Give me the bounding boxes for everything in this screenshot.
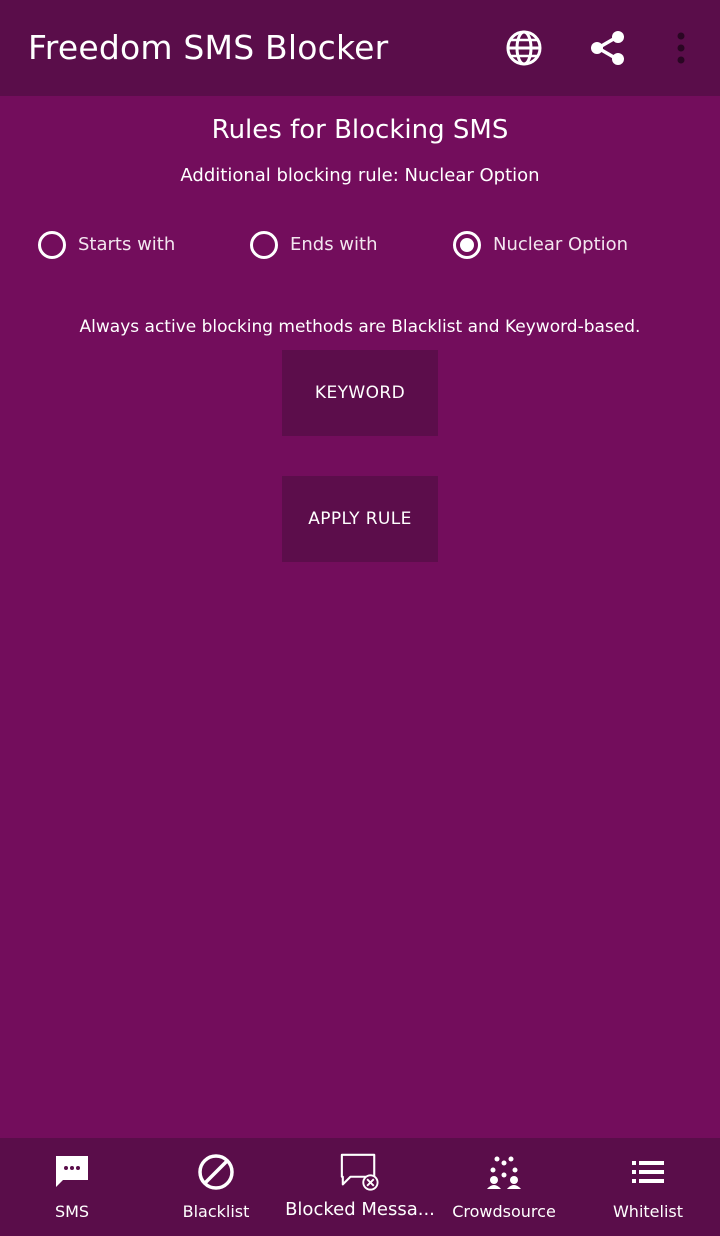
nav-label: Crowdsource xyxy=(452,1202,556,1221)
radio-nuclear-option[interactable]: Nuclear Option xyxy=(453,226,628,264)
language-button[interactable] xyxy=(500,24,548,72)
crowdsource-icon xyxy=(484,1152,524,1192)
radio-ends-with[interactable]: Ends with xyxy=(250,226,378,264)
more-vert-icon xyxy=(677,32,685,64)
radio-starts-with[interactable]: Starts with xyxy=(38,226,175,264)
page-title: Rules for Blocking SMS xyxy=(211,115,509,145)
radio-circle xyxy=(250,231,278,259)
apply-rule-button[interactable]: APPLY RULE xyxy=(282,476,438,562)
keyword-button[interactable]: KEYWORD xyxy=(282,350,438,436)
share-icon xyxy=(591,31,624,65)
nav-item-sms[interactable]: SMS xyxy=(22,1138,122,1236)
nav-item-blacklist[interactable]: Blacklist xyxy=(166,1138,266,1236)
app-title: Freedom SMS Blocker xyxy=(28,28,389,67)
radio-circle-selected xyxy=(453,231,481,259)
nav-item-crowdsource[interactable]: Crowdsource xyxy=(448,1138,560,1236)
nav-label: Whitelist xyxy=(612,1202,684,1221)
bottom-navigation: SMS Blacklist Blocked Messa... Crowdsour… xyxy=(0,1138,720,1236)
nav-label: Blacklist xyxy=(182,1202,250,1221)
radio-label: Starts with xyxy=(78,234,176,255)
nav-label: Blocked Messa... xyxy=(285,1199,435,1220)
info-text: Always active blocking methods are Black… xyxy=(79,317,641,337)
share-button[interactable] xyxy=(584,24,632,72)
app-bar: Freedom SMS Blocker xyxy=(0,0,720,96)
radio-circle xyxy=(38,231,66,259)
radio-label: Ends with xyxy=(290,234,378,255)
blocked-message-icon xyxy=(339,1152,379,1192)
radio-dot xyxy=(460,238,474,252)
nav-item-whitelist[interactable]: Whitelist xyxy=(598,1138,698,1236)
block-icon xyxy=(196,1152,236,1192)
radio-label: Nuclear Option xyxy=(493,234,629,255)
nav-item-blocked-messages[interactable]: Blocked Messa... xyxy=(284,1138,436,1236)
more-options-button[interactable] xyxy=(657,24,705,72)
list-icon xyxy=(628,1152,668,1192)
additional-rule-text: Additional blocking rule: Nuclear Option xyxy=(180,165,540,186)
globe-icon xyxy=(506,30,542,66)
sms-icon xyxy=(52,1152,92,1192)
nav-label: SMS xyxy=(54,1202,90,1221)
